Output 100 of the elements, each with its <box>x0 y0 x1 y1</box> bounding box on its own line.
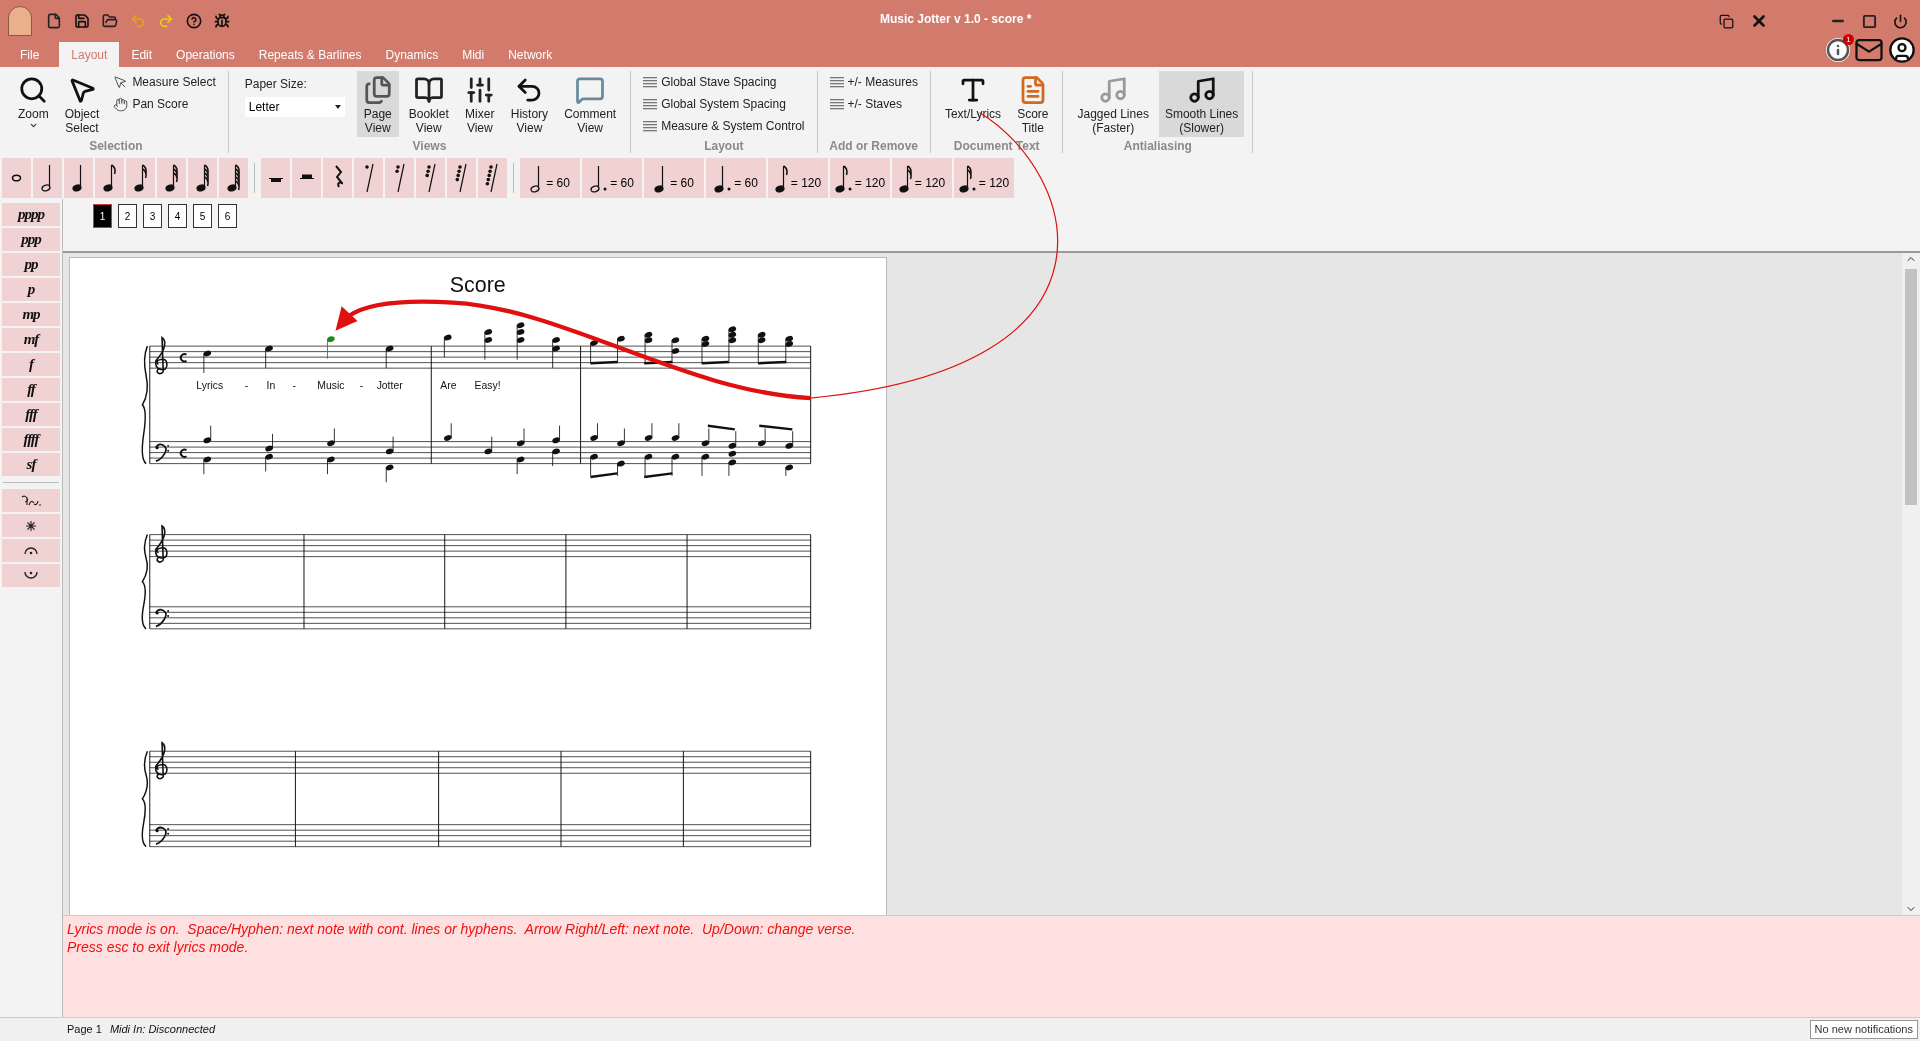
rest-button[interactable] <box>323 158 352 198</box>
ribbon-button[interactable]: Object Select <box>58 71 106 137</box>
group-label: Views <box>411 139 448 153</box>
rest-button[interactable] <box>416 158 445 198</box>
ribbon-button[interactable]: History View <box>504 71 555 137</box>
note-icon <box>102 163 117 193</box>
toolbar-button[interactable] <box>72 11 92 31</box>
fermata-button[interactable] <box>2 564 60 587</box>
page-tab[interactable]: 3 <box>143 204 162 228</box>
page-tab[interactable]: 5 <box>193 204 212 228</box>
note-button[interactable] <box>95 158 124 198</box>
tempo-button[interactable]: = 60 <box>582 158 642 198</box>
field-label: Paper Size: <box>244 76 308 93</box>
dynamic-button[interactable]: mf <box>2 328 60 351</box>
tempo-button[interactable]: = 120 <box>830 158 890 198</box>
ribbon-button[interactable]: Score Title <box>1011 71 1055 137</box>
ribbon-button[interactable]: +/- Staves <box>825 93 922 115</box>
restore-button[interactable] <box>1719 13 1734 29</box>
ribbon-button[interactable]: Text/Lyrics <box>938 71 1008 123</box>
note-button[interactable] <box>33 158 62 198</box>
ribbon-button[interactable]: Comment View <box>558 71 623 137</box>
pages-icon <box>362 75 393 105</box>
rest-button[interactable] <box>447 158 476 198</box>
group-label: Selection <box>88 139 144 153</box>
ribbon-button[interactable]: Pan Score <box>109 93 220 115</box>
tempo-button[interactable]: = 60 <box>520 158 580 198</box>
music-note-icon <box>1186 75 1217 105</box>
fermata-below-icon <box>24 571 38 580</box>
note-icon <box>11 174 22 182</box>
ribbon-button[interactable]: Booklet View <box>402 71 455 137</box>
lyric-text: Lyrics <box>196 379 224 391</box>
caret-icon <box>334 105 341 109</box>
tempo-button[interactable]: = 120 <box>892 158 952 198</box>
lyric-text: Jotter <box>376 379 403 391</box>
dynamic-button[interactable]: pp <box>2 253 60 276</box>
tempo-button[interactable]: = 120 <box>954 158 1014 198</box>
ribbon-button[interactable]: Page View <box>356 71 399 137</box>
maximize-icon <box>1862 13 1877 29</box>
lines-icon <box>643 98 658 110</box>
ribbon-button[interactable]: Global System Spacing <box>639 93 809 115</box>
rest-button[interactable] <box>354 158 383 198</box>
dynamic-button[interactable]: sf <box>2 453 60 476</box>
ribbon-button[interactable]: Global Stave Spacing <box>639 71 809 93</box>
note-button[interactable] <box>126 158 155 198</box>
lyric-text: - <box>292 379 296 391</box>
page-tab[interactable]: 6 <box>218 204 237 228</box>
dynamic-button[interactable]: ffff <box>2 428 60 451</box>
paper-size-dropdown[interactable]: Letter <box>244 97 345 117</box>
account-button[interactable] <box>1888 36 1916 64</box>
rest-button[interactable] <box>385 158 414 198</box>
pointer-outline-icon <box>113 74 129 90</box>
tempo-button[interactable]: = 120 <box>768 158 828 198</box>
ribbon-button[interactable]: Measure & System Control <box>639 115 809 137</box>
ribbon-button[interactable]: Smooth Lines (Slower) <box>1158 71 1245 137</box>
rest-button[interactable] <box>261 158 290 198</box>
tempo-button[interactable]: = 60 <box>644 158 704 198</box>
page-tab[interactable]: 1 <box>93 204 112 228</box>
power-button[interactable] <box>1893 13 1908 29</box>
dynamic-button[interactable]: p <box>2 278 60 301</box>
app-logo <box>8 6 32 36</box>
scrollbar-thumb[interactable] <box>1905 269 1917 505</box>
toolbar-button[interactable] <box>184 11 204 31</box>
note-button[interactable] <box>64 158 93 198</box>
note-button[interactable] <box>219 158 248 198</box>
dynamic-button[interactable]: pppp <box>2 203 60 226</box>
tempo-button[interactable]: = 60 <box>706 158 766 198</box>
note-button[interactable] <box>188 158 217 198</box>
lines-icon <box>829 76 844 88</box>
dynamic-button[interactable]: fff <box>2 403 60 426</box>
sliders-icon <box>464 75 495 105</box>
close-button[interactable] <box>1750 12 1768 30</box>
note-icon <box>958 164 977 194</box>
group-label: Antialiasing <box>1122 139 1193 153</box>
note-button[interactable] <box>2 158 31 198</box>
dynamic-button[interactable]: mp <box>2 303 60 326</box>
page-tab[interactable]: 2 <box>118 204 137 228</box>
rest-button[interactable] <box>292 158 321 198</box>
ribbon-button[interactable]: +/- Measures <box>825 71 922 93</box>
hand-icon <box>113 96 129 112</box>
lyric-text: Are <box>440 379 457 391</box>
dynamic-button[interactable]: ppp <box>2 228 60 251</box>
maximize-button[interactable] <box>1862 13 1877 29</box>
ribbon-button[interactable]: Zoom <box>12 71 55 132</box>
dynamic-button[interactable]: f <box>2 353 60 376</box>
vertical-scrollbar[interactable] <box>1902 253 1920 915</box>
dynamic-button[interactable]: ff <box>2 378 60 401</box>
pedal-button[interactable] <box>2 489 60 512</box>
note-button[interactable] <box>157 158 186 198</box>
ribbon-button[interactable]: Mixer View <box>458 71 501 137</box>
ribbon-button[interactable]: Measure Select <box>109 71 220 93</box>
pedal-release-button[interactable] <box>2 514 60 537</box>
rest-button[interactable] <box>478 158 507 198</box>
page-tab[interactable]: 4 <box>168 204 187 228</box>
ribbon-button[interactable]: Jagged Lines (Faster) <box>1071 71 1155 137</box>
fermata-button[interactable] <box>2 539 60 562</box>
toolbar-button[interactable] <box>212 11 232 31</box>
note-icon <box>133 163 148 193</box>
folder-icon <box>102 13 118 29</box>
lines-icon <box>829 98 844 110</box>
page-status: Page 1 <box>66 1022 103 1038</box>
